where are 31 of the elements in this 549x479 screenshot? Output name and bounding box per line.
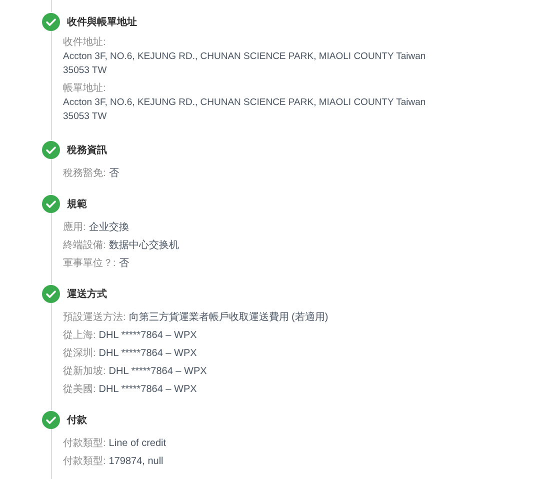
step-title: 收件與帳單地址 [67, 16, 137, 30]
field-label: 從深圳: [63, 346, 96, 360]
step-title: 稅務資訊 [67, 144, 107, 158]
field-label: 稅務豁免: [63, 166, 106, 180]
field-label: 從上海: [63, 328, 96, 342]
field-value: DHL *****7864 – WPX [98, 346, 197, 360]
field-label: 終端設備: [63, 238, 106, 252]
field-value: 179874, null [108, 454, 164, 468]
field-label: 帳單地址: [63, 82, 107, 96]
address-value: Accton 3F, NO.6, KEJUNG RD., CHUNAN SCIENCE PARK, MIAOLI COUNTY Taiwan 35053 TW [63, 50, 427, 78]
field-label: 付款類型: [63, 436, 106, 450]
field-label: 從美國: [63, 382, 96, 396]
address-value: Accton 3F, NO.6, KEJUNG RD., CHUNAN SCIENCE PARK, MIAOLI COUNTY Taiwan 35053 TW [63, 96, 427, 124]
field-label: 付款類型: [63, 454, 106, 468]
field-value: Line of credit [108, 436, 166, 450]
field-label: 收件地址: [63, 36, 107, 50]
field-value: 数据中心交换机 [108, 238, 179, 252]
field-value: 否 [108, 166, 119, 180]
field-value: DHL *****7864 – WPX [98, 328, 197, 342]
field-label: 預設運送方法: [63, 310, 126, 324]
field-value: 向第三方貨運業者帳戶收取運送費用 (若適用) [128, 310, 328, 324]
field-value: DHL *****7864 – WPX [98, 382, 197, 396]
field-value: DHL *****7864 – WPX [108, 364, 207, 378]
field-label: 軍事單位？: [63, 256, 116, 270]
step-title: 付款 [67, 414, 87, 428]
field-label: 從新加坡: [63, 364, 106, 378]
step-title: 規範 [67, 198, 87, 212]
field-value: 企业交換 [88, 220, 129, 234]
field-value: 否 [118, 256, 129, 270]
field-label: 應用: [63, 220, 86, 234]
step-title: 運送方式 [67, 287, 107, 302]
